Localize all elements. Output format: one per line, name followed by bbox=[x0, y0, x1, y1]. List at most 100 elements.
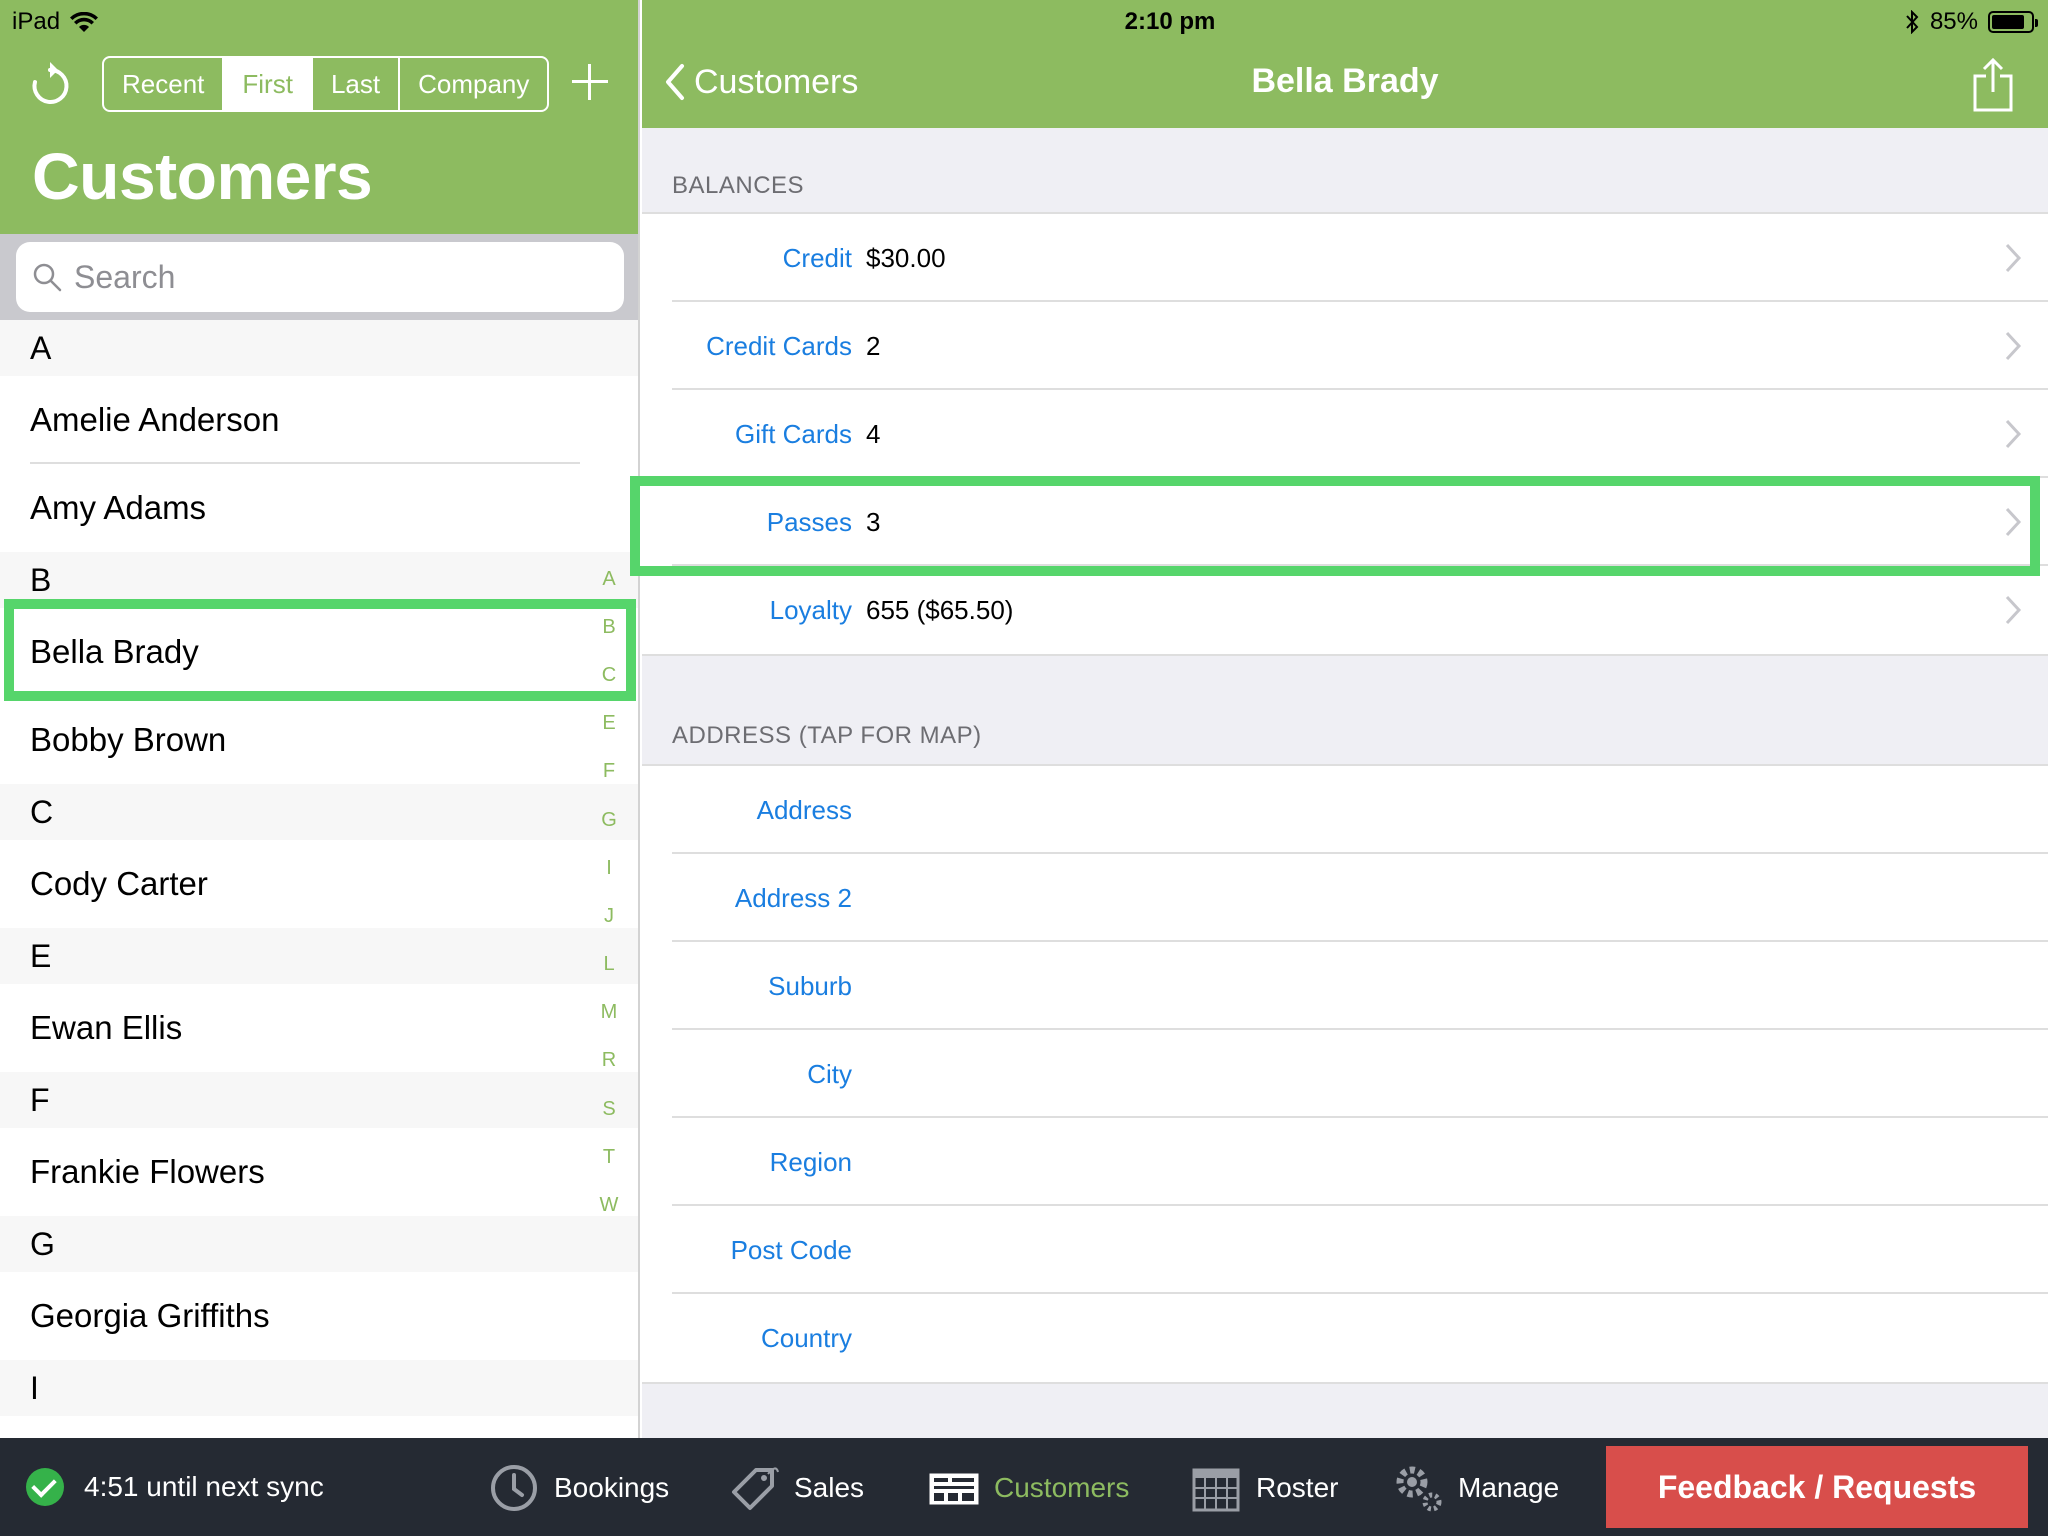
balance-row-gift-cards[interactable]: Gift Cards 4 bbox=[642, 390, 2048, 478]
balance-row-passes[interactable]: Passes 3 bbox=[642, 478, 2048, 566]
index-letter[interactable]: E bbox=[602, 700, 615, 748]
city-row[interactable]: City bbox=[642, 1030, 2048, 1118]
balance-label: Loyalty bbox=[769, 594, 852, 625]
status-bar-left: iPad bbox=[12, 8, 99, 36]
address-label: Post Code bbox=[730, 1234, 852, 1265]
search-field[interactable] bbox=[16, 242, 624, 312]
index-letter[interactable]: J bbox=[604, 892, 614, 940]
section-header-c: C bbox=[0, 784, 638, 840]
tab-label: Sales bbox=[794, 1472, 865, 1503]
index-letter[interactable]: B bbox=[602, 603, 615, 651]
chevron-right-icon bbox=[2005, 243, 2022, 273]
tab-label: Manage bbox=[1458, 1472, 1560, 1503]
address-label: Region bbox=[769, 1146, 852, 1177]
index-letter[interactable]: A bbox=[602, 555, 615, 603]
balance-value: 4 bbox=[866, 418, 881, 449]
battery-percent: 85% bbox=[1929, 8, 1978, 35]
customer-row-selected[interactable]: Bella Brady bbox=[0, 608, 638, 696]
customer-list-pane: iPad Recent First Last Company Customers… bbox=[0, 0, 640, 1438]
tab-label: Bookings bbox=[554, 1472, 670, 1503]
bluetooth-icon bbox=[1906, 10, 1919, 34]
battery-fill bbox=[1992, 15, 2025, 29]
balance-row-loyalty[interactable]: Loyalty 655 ($65.50) bbox=[642, 566, 2048, 654]
section-header-g: G bbox=[0, 1216, 638, 1272]
list-header: iPad Recent First Last Company Customers bbox=[0, 0, 638, 234]
index-letter[interactable]: T bbox=[603, 1133, 615, 1181]
sort-company-segment[interactable]: Company bbox=[400, 58, 547, 110]
customer-row[interactable]: Amelie Anderson bbox=[0, 376, 638, 464]
tab-sales[interactable]: Sales bbox=[728, 1462, 864, 1514]
search-bar-container bbox=[0, 234, 638, 320]
customer-row[interactable]: Bobby Brown bbox=[0, 696, 638, 784]
detail-title: Bella Brady bbox=[1251, 62, 1439, 100]
section-header-e: E bbox=[0, 928, 638, 984]
sort-first-segment[interactable]: First bbox=[224, 58, 313, 110]
index-letter[interactable]: I bbox=[606, 844, 612, 892]
address-label: City bbox=[807, 1058, 852, 1089]
index-letter[interactable]: F bbox=[603, 748, 615, 796]
address-header: ADDRESS (TAP FOR MAP) bbox=[672, 722, 982, 749]
alphabet-index[interactable]: A B C E F G I J L M R S T W bbox=[596, 555, 622, 1230]
index-letter[interactable]: G bbox=[601, 796, 617, 844]
check-circle-icon bbox=[26, 1468, 64, 1506]
chevron-right-icon bbox=[2005, 419, 2022, 449]
address-2-row[interactable]: Address 2 bbox=[642, 854, 2048, 942]
tab-roster[interactable]: Roster bbox=[1190, 1462, 1338, 1514]
sort-last-segment[interactable]: Last bbox=[313, 58, 401, 110]
chevron-right-icon bbox=[2005, 507, 2022, 537]
index-letter[interactable]: S bbox=[602, 1085, 615, 1133]
balance-row-credit[interactable]: Credit $30.00 bbox=[642, 214, 2048, 302]
tab-customers[interactable]: Customers bbox=[928, 1462, 1129, 1514]
gears-icon bbox=[1396, 1466, 1442, 1512]
balance-label: Passes bbox=[766, 506, 852, 537]
section-header-i: I bbox=[0, 1360, 638, 1416]
chevron-right-icon bbox=[2005, 331, 2022, 361]
section-header-f: F bbox=[0, 1072, 638, 1128]
customers-cards-icon bbox=[929, 1473, 979, 1505]
balance-label: Credit bbox=[782, 242, 852, 273]
sort-recent-segment[interactable]: Recent bbox=[104, 58, 225, 110]
country-row[interactable]: Country bbox=[642, 1294, 2048, 1382]
address-row[interactable]: Address bbox=[642, 766, 2048, 854]
customer-row[interactable]: Frankie Flowers bbox=[0, 1128, 638, 1216]
balances-table: Credit $30.00 Credit Cards 2 Gift Cards … bbox=[642, 212, 2048, 656]
status-time: 2:10 pm bbox=[1124, 8, 1216, 35]
customer-row[interactable]: Ewan Ellis bbox=[0, 984, 638, 1072]
index-letter[interactable]: W bbox=[600, 1181, 619, 1229]
calendar-icon bbox=[1192, 1468, 1240, 1512]
post-code-row[interactable]: Post Code bbox=[642, 1206, 2048, 1294]
index-letter[interactable]: M bbox=[601, 989, 618, 1037]
tab-label: Customers bbox=[994, 1472, 1130, 1503]
index-letter[interactable]: L bbox=[603, 941, 614, 989]
share-icon[interactable] bbox=[1972, 56, 2014, 112]
customer-row[interactable]: Georgia Griffiths bbox=[0, 1272, 638, 1360]
address-label: Address bbox=[756, 794, 852, 825]
section-header-a: A bbox=[0, 320, 638, 376]
status-bar-right: 85% bbox=[1904, 8, 2038, 36]
customer-row[interactable]: Cody Carter bbox=[0, 840, 638, 928]
balance-value: $30.00 bbox=[866, 242, 946, 273]
sort-segmented-control: Recent First Last Company bbox=[102, 56, 550, 112]
balance-label: Gift Cards bbox=[734, 418, 852, 449]
tab-manage[interactable]: Manage bbox=[1392, 1462, 1559, 1514]
index-letter[interactable]: C bbox=[602, 651, 616, 699]
add-customer-icon[interactable] bbox=[570, 62, 610, 102]
battery-icon bbox=[1988, 11, 2038, 33]
feedback-requests-button[interactable]: Feedback / Requests bbox=[1606, 1446, 2028, 1528]
wifi-icon bbox=[70, 11, 99, 32]
device-label: iPad bbox=[12, 8, 61, 35]
region-row[interactable]: Region bbox=[642, 1118, 2048, 1206]
address-table: Address Address 2 Suburb City Region Pos… bbox=[642, 764, 2048, 1384]
index-letter[interactable]: R bbox=[602, 1037, 616, 1085]
balance-row-credit-cards[interactable]: Credit Cards 2 bbox=[642, 302, 2048, 390]
tab-bookings[interactable]: Bookings bbox=[488, 1462, 669, 1514]
suburb-row[interactable]: Suburb bbox=[642, 942, 2048, 1030]
page-title: Customers bbox=[32, 139, 373, 213]
customer-detail-pane: 2:10 pm 85% Customers Bella Brady BALANC… bbox=[642, 0, 2048, 1438]
customer-row[interactable]: Amy Adams bbox=[0, 464, 638, 552]
search-input[interactable] bbox=[74, 258, 594, 296]
customer-list: A Amelie Anderson Amy Adams B Bella Brad… bbox=[0, 320, 638, 1416]
refresh-icon[interactable] bbox=[28, 60, 72, 108]
balance-value: 655 ($65.50) bbox=[866, 594, 1014, 625]
clock-icon bbox=[491, 1465, 537, 1511]
